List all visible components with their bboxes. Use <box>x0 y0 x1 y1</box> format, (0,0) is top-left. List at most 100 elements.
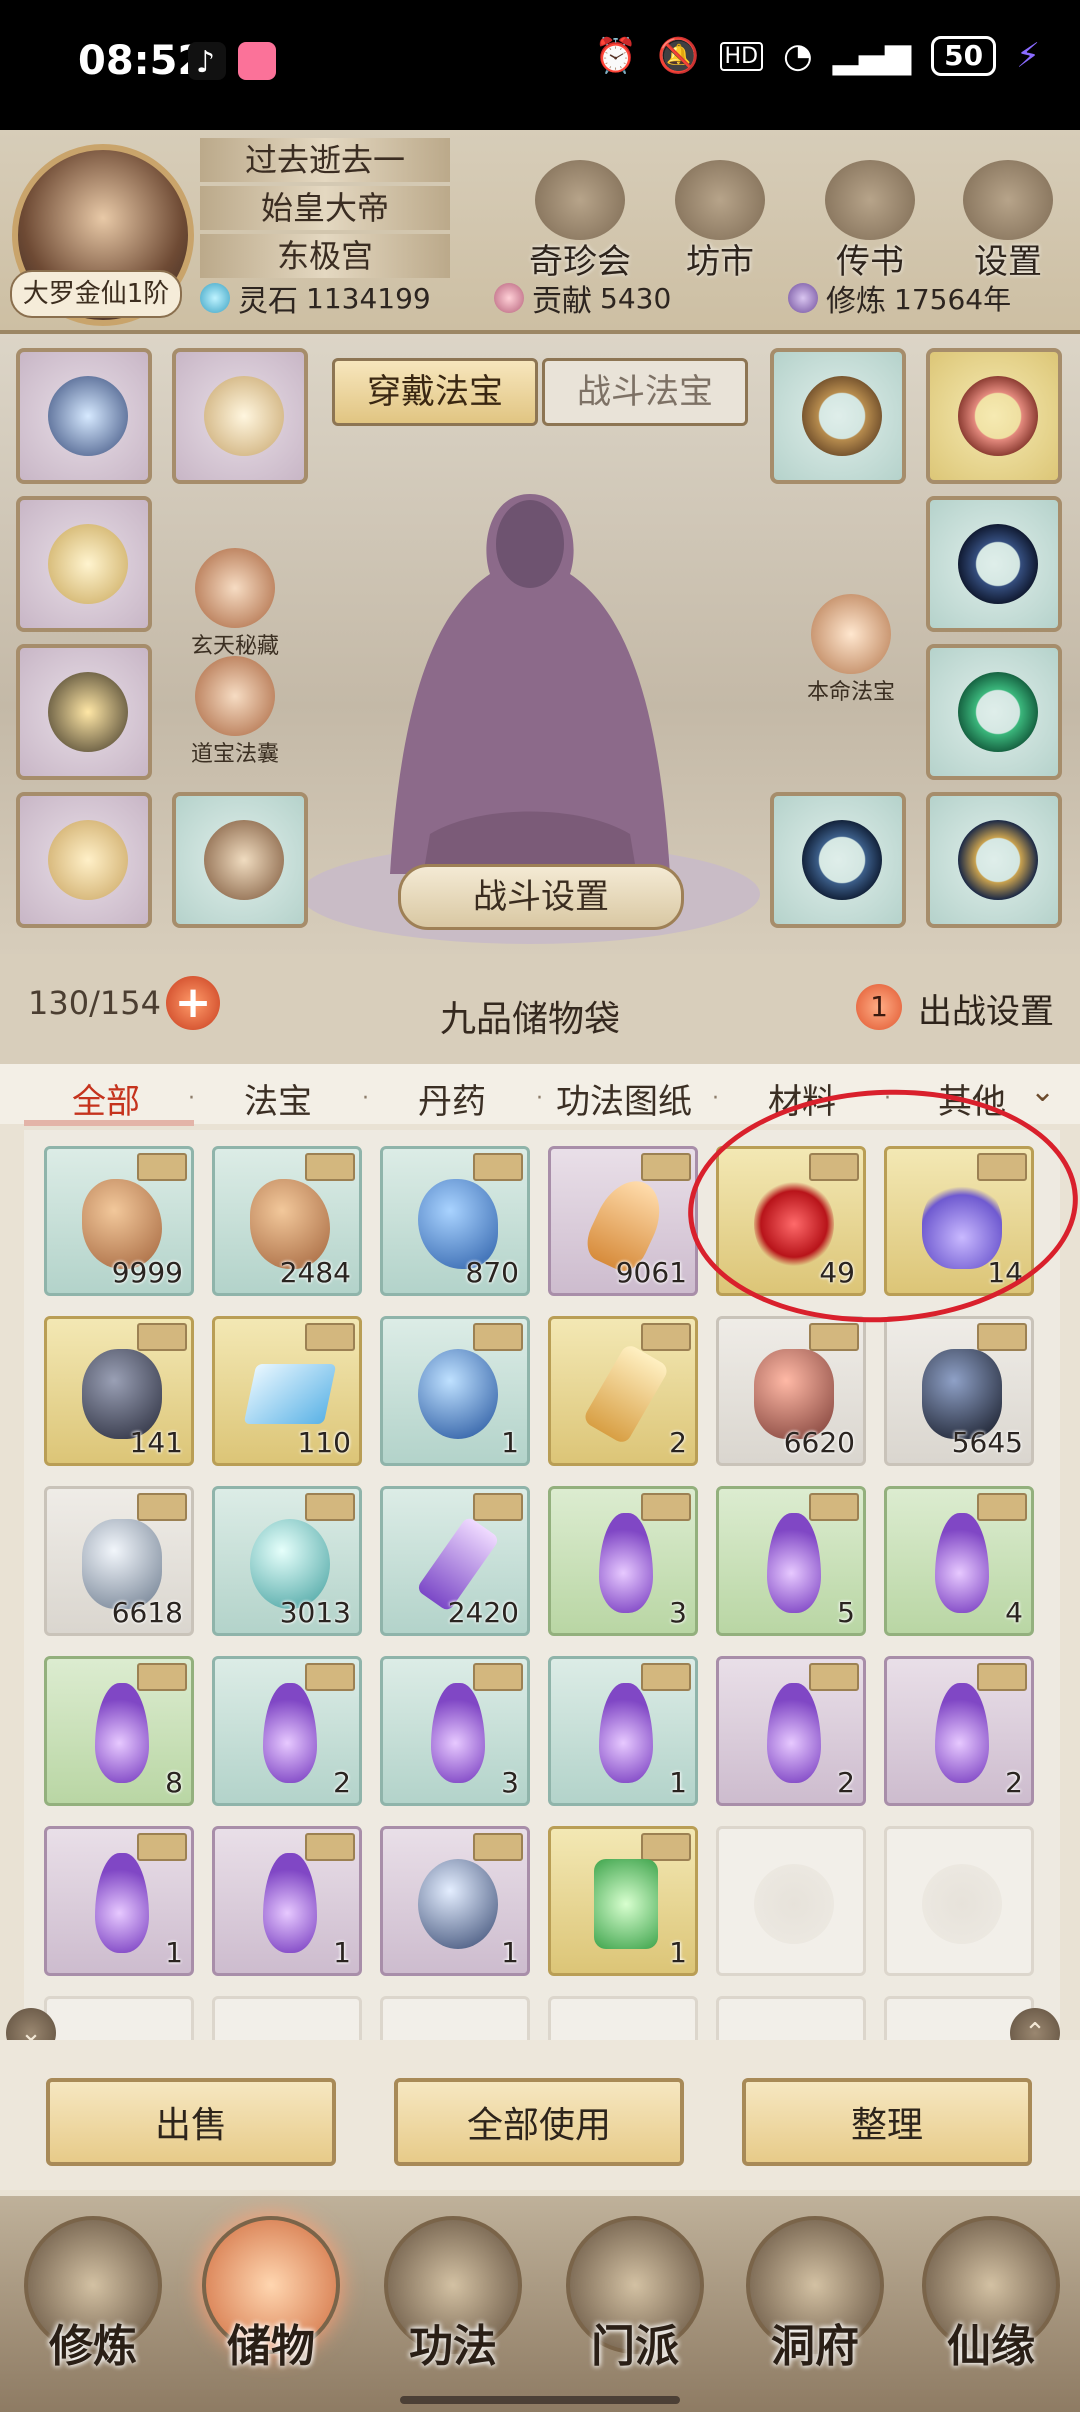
title-2: 始皇大帝 <box>200 186 450 230</box>
inventory-item[interactable]: 4 <box>884 1486 1034 1636</box>
ring-slot-3[interactable] <box>926 496 1062 632</box>
inventory-item[interactable]: 1 <box>548 1826 698 1976</box>
ring-slot-1[interactable] <box>770 348 906 484</box>
inventory-item[interactable]: 2 <box>548 1316 698 1466</box>
mystic-vault-button[interactable]: 玄天秘藏 <box>160 548 310 660</box>
ring-slot-2[interactable] <box>926 348 1062 484</box>
empty-slot[interactable] <box>716 1826 866 1976</box>
drop-icon <box>767 1683 821 1783</box>
crane-slot[interactable] <box>172 348 308 484</box>
inventory-item[interactable]: 5645 <box>884 1316 1034 1466</box>
robe-slot[interactable] <box>16 496 152 632</box>
treasure-pouch-button[interactable]: 道宝法囊 <box>160 656 310 768</box>
item-quantity: 6618 <box>111 1596 183 1629</box>
battle-settings-button[interactable]: 战斗设置 <box>398 864 684 930</box>
tab-worn-treasure[interactable]: 穿戴法宝 <box>332 358 538 426</box>
drop-icon <box>263 1683 317 1783</box>
nav-techniques[interactable]: 功法 <box>378 2216 528 2406</box>
inventory-item[interactable]: 9999 <box>44 1146 194 1296</box>
boots-icon <box>204 820 284 900</box>
inventory-item[interactable]: 2 <box>716 1656 866 1806</box>
filter-pills[interactable]: 丹药 <box>418 1074 486 1123</box>
item-tag-icon <box>305 1663 355 1691</box>
inventory-item[interactable]: 1 <box>548 1656 698 1806</box>
natal-treasure-label: 本命法宝 <box>806 680 895 705</box>
expand-bag-button[interactable]: + <box>166 976 220 1030</box>
deploy-settings-button[interactable]: 出战设置 <box>918 984 1054 1033</box>
item-quantity: 1 <box>669 1766 687 1799</box>
necklace-slot[interactable] <box>16 348 152 484</box>
inventory-item[interactable]: 141 <box>44 1316 194 1466</box>
item-tag-icon <box>137 1153 187 1181</box>
inventory-item[interactable]: 9061 <box>548 1146 698 1296</box>
empty-slot[interactable] <box>380 1996 530 2040</box>
item-quantity: 1 <box>501 1426 519 1459</box>
inventory-item[interactable]: 870 <box>380 1146 530 1296</box>
item-quantity: 1 <box>165 1936 183 1969</box>
pants-icon <box>48 820 128 900</box>
inventory-item[interactable]: 2 <box>212 1656 362 1806</box>
natal-treasure-button[interactable]: 本命法宝 <box>776 594 926 706</box>
mail-button[interactable]: 传书 <box>810 160 930 283</box>
item-quantity: 6620 <box>783 1426 855 1459</box>
ring-icon <box>958 524 1038 604</box>
sort-button[interactable]: 整理 <box>742 2078 1032 2166</box>
empty-slot[interactable] <box>548 1996 698 2040</box>
nav-fate-label: 仙缘 <box>947 2321 1035 2372</box>
inventory-item[interactable]: 3 <box>548 1486 698 1636</box>
item-tag-icon <box>977 1493 1027 1521</box>
item-tag-icon <box>305 1153 355 1181</box>
inventory-item[interactable]: 1 <box>44 1826 194 1976</box>
item-tag-icon <box>137 1323 187 1351</box>
ring-slot-5[interactable] <box>770 792 906 928</box>
filter-techniques[interactable]: 功法图纸 <box>556 1074 692 1123</box>
empty-slot[interactable] <box>44 1996 194 2040</box>
inventory-item[interactable]: 3013 <box>212 1486 362 1636</box>
charging-icon: ⚡ <box>1016 36 1040 76</box>
inventory-item[interactable]: 1 <box>212 1826 362 1976</box>
empty-slot[interactable] <box>212 1996 362 2040</box>
inventory-item[interactable]: 2 <box>884 1656 1034 1806</box>
nav-fate[interactable]: 仙缘 <box>916 2216 1066 2406</box>
bag-header: 130/154 + 九品储物袋 1 出战设置 <box>0 954 1080 1064</box>
cultivation-value: 17564年 <box>894 283 1012 316</box>
filter-treasure[interactable]: 法宝 <box>244 1074 312 1123</box>
inventory-item[interactable]: 6618 <box>44 1486 194 1636</box>
sell-button[interactable]: 出售 <box>46 2078 336 2166</box>
scroll-mail-icon <box>825 160 915 240</box>
nav-cave[interactable]: 洞府 <box>740 2216 890 2406</box>
nav-sect[interactable]: 门派 <box>560 2216 710 2406</box>
use-all-button[interactable]: 全部使用 <box>394 2078 684 2166</box>
inventory-item[interactable]: 2484 <box>212 1146 362 1296</box>
tab-battle-treasure[interactable]: 战斗法宝 <box>542 358 748 426</box>
nav-cultivate[interactable]: 修炼 <box>18 2216 168 2406</box>
treasure-auction-button[interactable]: 奇珍会 <box>520 160 640 283</box>
empty-slot[interactable] <box>716 1996 866 2040</box>
market-button[interactable]: 坊市 <box>660 160 780 283</box>
chevron-down-icon[interactable]: ⌄ <box>1030 1074 1055 1109</box>
empty-slot[interactable] <box>884 1826 1034 1976</box>
pants-slot[interactable] <box>16 792 152 928</box>
drop-icon <box>431 1683 485 1783</box>
title-3: 东极宫 <box>200 234 450 278</box>
boots-slot[interactable] <box>172 792 308 928</box>
inventory-item[interactable]: 1 <box>380 1316 530 1466</box>
treasure-pouch-label: 道宝法囊 <box>190 742 279 767</box>
filter-all[interactable]: 全部 <box>72 1074 140 1123</box>
inventory-item[interactable]: 8 <box>44 1656 194 1806</box>
gauntlet-slot[interactable] <box>16 644 152 780</box>
active-tab-underline <box>24 1120 194 1126</box>
nav-storage[interactable]: 储物 <box>196 2216 346 2406</box>
drop-icon <box>599 1683 653 1783</box>
inventory-item[interactable]: 110 <box>212 1316 362 1466</box>
title-1: 过去逝去一 <box>200 138 450 182</box>
inventory-item[interactable]: 6620 <box>716 1316 866 1466</box>
inventory-item[interactable]: 1 <box>380 1826 530 1976</box>
inventory-item[interactable]: 2420 <box>380 1486 530 1636</box>
ring-slot-6[interactable] <box>926 792 1062 928</box>
inventory-item[interactable]: 5 <box>716 1486 866 1636</box>
settings-button[interactable]: 设置 <box>948 160 1068 283</box>
inventory-item[interactable]: 3 <box>380 1656 530 1806</box>
status-bar: 08:52 ♪ ⏰ 🔕 HD ◔ ▂▄▆ 50 ⚡ <box>0 0 1080 130</box>
ring-slot-4[interactable] <box>926 644 1062 780</box>
